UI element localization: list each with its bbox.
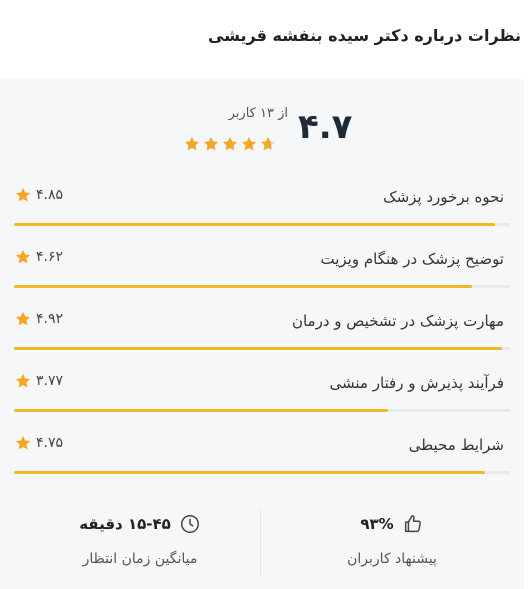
rating-score: ۳.۷۷ <box>14 372 63 390</box>
rating-label: مهارت پزشک در تشخیص و درمان <box>291 312 504 330</box>
clock-icon <box>179 513 201 535</box>
average-score: ۴.۷ <box>298 107 353 147</box>
rating-row-environment: شرایط محیطی ۴.۷۵ <box>0 428 524 484</box>
wait-time-value: ۱۵-۴۵ دقیقه <box>30 513 250 535</box>
rating-row-skill: مهارت پزشک در تشخیص و درمان ۴.۹۲ <box>0 304 524 360</box>
users-count: از ۱۳ کاربر <box>228 106 288 121</box>
rating-star-icon <box>183 135 201 153</box>
rating-bar-fill <box>14 347 503 350</box>
recommend-caption: پیشنهاد کاربران <box>347 551 437 567</box>
rating-score: ۴.۹۲ <box>14 310 63 328</box>
rating-star-icon <box>202 135 220 153</box>
rating-label: نحوه برخورد پزشک <box>383 188 504 206</box>
rating-score-value: ۴.۹۲ <box>36 311 64 327</box>
rating-bar-fill <box>14 409 388 412</box>
rating-bar-fill <box>14 471 486 474</box>
rating-score-value: ۴.۸۵ <box>36 187 64 203</box>
star-icon <box>14 310 32 328</box>
rating-score-value: ۴.۷۵ <box>36 435 64 451</box>
wait-time-stat: ۱۵-۴۵ دقیقه میانگین زمان انتظار <box>30 513 250 567</box>
rating-bar-track <box>14 223 510 226</box>
rating-bar-fill <box>14 223 496 226</box>
rating-bar-track <box>14 409 510 412</box>
star-icon <box>14 372 32 390</box>
star-rating <box>183 135 277 153</box>
rating-bar-track <box>14 471 510 474</box>
rating-score: ۴.۸۵ <box>14 186 63 204</box>
rating-bar-fill <box>14 285 473 288</box>
thumbs-up-icon <box>402 513 424 535</box>
rating-score: ۴.۷۵ <box>14 434 63 452</box>
stats-divider <box>260 510 261 576</box>
star-icon <box>14 248 32 266</box>
rating-score-value: ۴.۶۲ <box>36 249 64 265</box>
page-title: نظرات درباره دکتر سیده بنفشه قریشی <box>208 26 521 45</box>
rating-bar-track <box>14 347 510 350</box>
rating-star-icon <box>259 135 277 153</box>
recommend-value: ۹۳% <box>282 513 502 535</box>
rating-row-reception: فرآیند پذیرش و رفتار منشی ۳.۷۷ <box>0 366 524 422</box>
recommend-stat: ۹۳% پیشنهاد کاربران <box>282 513 502 567</box>
rating-label: فرآیند پذیرش و رفتار منشی <box>329 374 504 392</box>
rating-row-doctor-behavior: نحوه برخورد پزشک ۴.۸۵ <box>0 180 524 236</box>
rating-row-explanation: توضیح پزشک در هنگام ویزیت ۴.۶۲ <box>0 242 524 298</box>
rating-score: ۴.۶۲ <box>14 248 63 266</box>
rating-bar-track <box>14 285 510 288</box>
rating-star-icon <box>221 135 239 153</box>
rating-score-value: ۳.۷۷ <box>36 373 64 389</box>
rating-label: توضیح پزشک در هنگام ویزیت <box>320 250 505 268</box>
rating-label: شرایط محیطی <box>408 436 504 454</box>
star-icon <box>14 434 32 452</box>
rating-star-icon <box>240 135 258 153</box>
wait-time-caption: میانگین زمان انتظار <box>82 551 198 567</box>
wait-time-range: ۱۵-۴۵ دقیقه <box>79 515 171 533</box>
star-icon <box>14 186 32 204</box>
recommend-percentage: ۹۳% <box>360 515 394 533</box>
